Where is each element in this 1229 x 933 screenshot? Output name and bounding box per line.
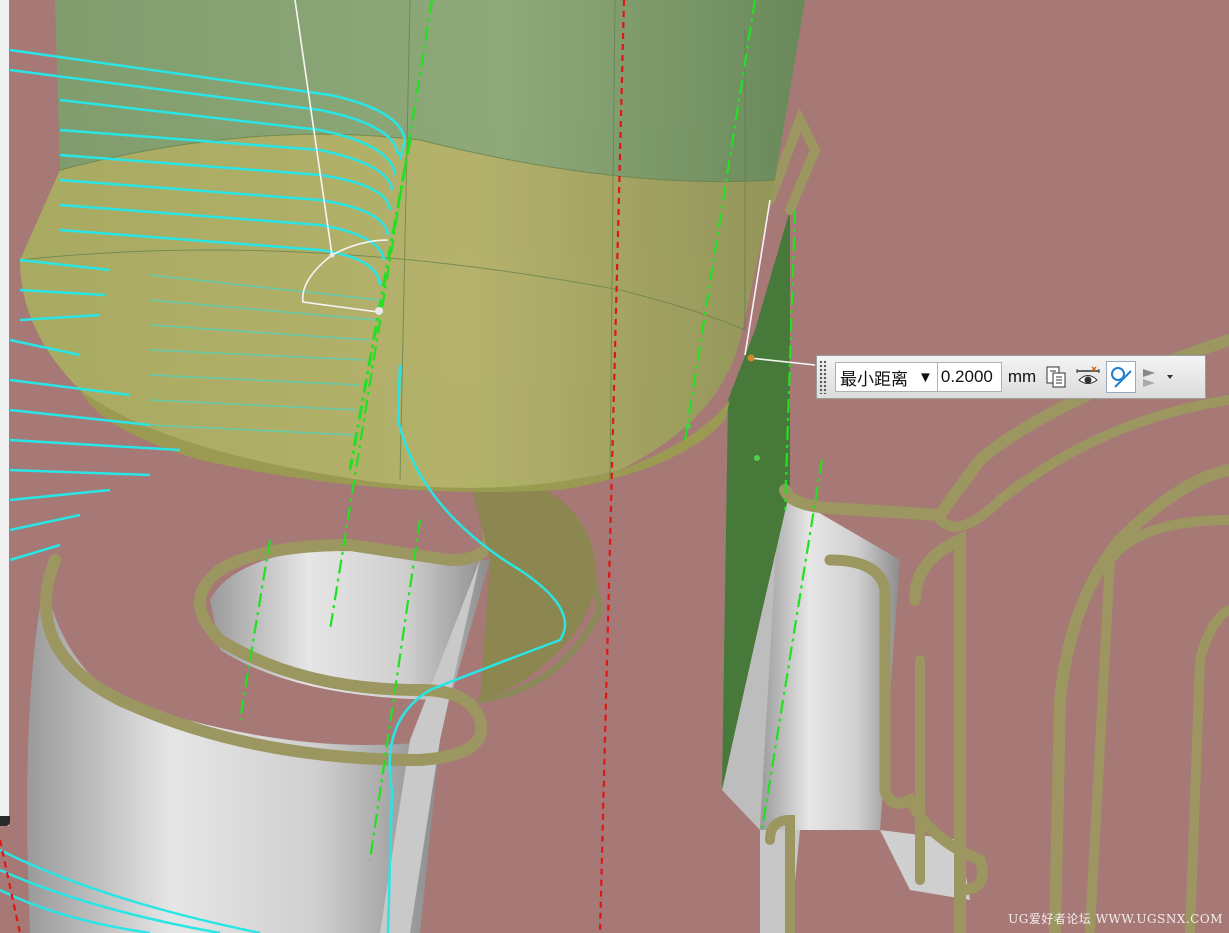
measure-type-dropdown[interactable]: 最小距离 ▼ xyxy=(835,362,938,392)
clipboard-icon xyxy=(1046,366,1066,388)
panel-edge-cap xyxy=(0,816,10,826)
measure-arc-icon xyxy=(1111,367,1132,388)
measure-toolbar: 最小距离 ▼ mm xyxy=(816,355,1206,399)
cad-viewport[interactable] xyxy=(0,0,1229,933)
options-dropdown-icon xyxy=(1143,369,1174,387)
unit-label: mm xyxy=(1007,367,1037,386)
cutter-tool[interactable] xyxy=(20,0,805,492)
options-dropdown-button[interactable] xyxy=(1140,362,1180,392)
clipboard-button[interactable] xyxy=(1042,362,1070,392)
measure-arc-button[interactable] xyxy=(1106,361,1137,393)
contact-point xyxy=(754,455,760,461)
dropdown-arrow-icon: ▼ xyxy=(918,368,933,386)
watermark: UG爱好者论坛 WWW.UGSNX.COM xyxy=(1008,912,1223,926)
measure-value-field[interactable] xyxy=(937,362,1002,392)
navigator-panel-edge[interactable] xyxy=(0,0,10,826)
measure-anchor xyxy=(747,354,755,362)
contact-point xyxy=(685,423,691,429)
measure-point-small xyxy=(329,252,335,258)
measure-type-label: 最小距离 xyxy=(840,369,908,389)
show-hide-button[interactable] xyxy=(1074,362,1102,392)
measure-point xyxy=(375,307,383,315)
show-hide-icon xyxy=(1076,366,1100,384)
grip-icon[interactable] xyxy=(819,360,827,394)
